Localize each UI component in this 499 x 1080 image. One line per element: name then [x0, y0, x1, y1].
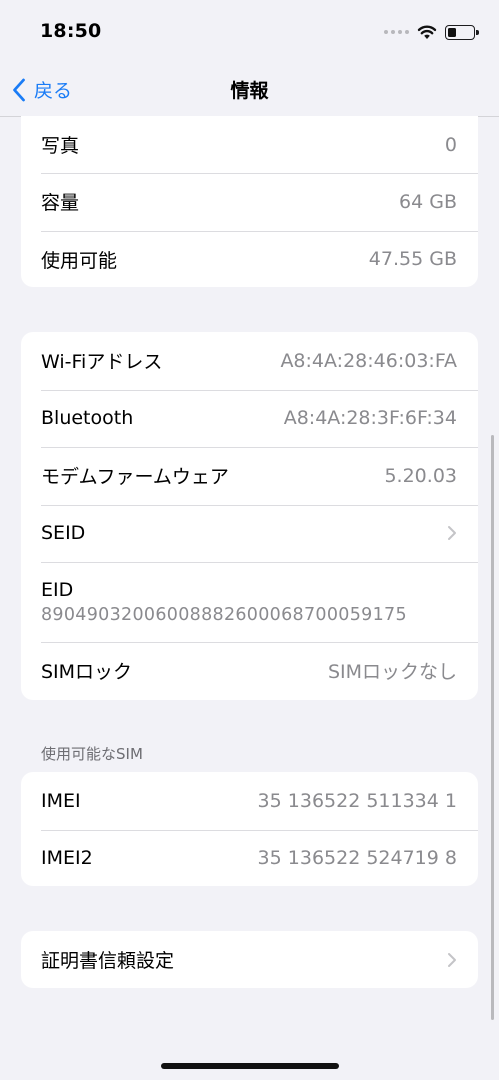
- row-imei2[interactable]: IMEI2 35 136522 524719 8: [21, 829, 478, 888]
- row-eid-value: 89049032006008882600068700059175: [41, 605, 407, 625]
- chevron-right-icon: [448, 526, 456, 541]
- row-seid-label: SEID: [41, 522, 86, 545]
- storage-group: 写真 0 容量 64 GB 使用可能 47.55 GB: [21, 116, 478, 287]
- row-sim-lock[interactable]: SIMロック SIMロックなし: [21, 642, 478, 700]
- scroll-indicator[interactable]: [491, 435, 494, 1020]
- row-certificate-trust-settings-label: 証明書信頼設定: [41, 950, 175, 973]
- row-seid[interactable]: SEID: [21, 504, 478, 563]
- row-imei2-value: 35 136522 524719 8: [257, 847, 457, 870]
- row-bluetooth-label: Bluetooth: [41, 407, 134, 430]
- row-imei-value: 35 136522 511334 1: [257, 789, 457, 812]
- row-imei[interactable]: IMEI 35 136522 511334 1: [21, 772, 478, 830]
- status-bar: 18:50: [0, 0, 499, 62]
- row-modem-firmware-value: 5.20.03: [384, 464, 457, 487]
- network-group: Wi-Fiアドレス A8:4A:28:46:03:FA Bluetooth A8…: [21, 332, 478, 700]
- row-photos: 写真 0: [21, 116, 478, 173]
- certificate-group: 証明書信頼設定: [21, 931, 478, 988]
- row-sim-lock-value: SIMロックなし: [327, 661, 457, 684]
- row-eid-label: EID: [41, 579, 74, 601]
- row-photos-label: 写真: [41, 135, 80, 157]
- cellular-dots-icon: [384, 30, 409, 34]
- chevron-right-icon: [448, 952, 456, 967]
- navigation-bar: 戻る 情報: [0, 62, 499, 117]
- row-bluetooth[interactable]: Bluetooth A8:4A:28:3F:6F:34: [21, 389, 478, 448]
- row-certificate-trust-settings[interactable]: 証明書信頼設定: [21, 931, 478, 989]
- page-title: 情報: [230, 80, 269, 102]
- row-wifi-address[interactable]: Wi-Fiアドレス A8:4A:28:46:03:FA: [21, 332, 478, 390]
- row-available: 使用可能 47.55 GB: [21, 230, 478, 289]
- row-capacity-label: 容量: [41, 192, 80, 215]
- section-header-available-sim: 使用可能なSIM: [41, 745, 143, 763]
- row-photos-value: 0: [444, 133, 457, 156]
- row-eid[interactable]: EID 89049032006008882600068700059175: [21, 562, 478, 642]
- row-imei-label: IMEI: [41, 789, 81, 812]
- sim-group: IMEI 35 136522 511334 1 IMEI2 35 136522 …: [21, 772, 478, 886]
- row-bluetooth-value: A8:4A:28:3F:6F:34: [283, 407, 457, 430]
- battery-icon: [445, 24, 479, 40]
- status-icons: [384, 22, 479, 42]
- home-indicator[interactable]: [161, 1063, 339, 1069]
- row-available-value: 47.55 GB: [368, 248, 457, 271]
- row-available-label: 使用可能: [41, 249, 118, 272]
- row-wifi-address-label: Wi-Fiアドレス: [41, 351, 163, 374]
- row-capacity-value: 64 GB: [399, 190, 457, 213]
- row-sim-lock-label: SIMロック: [41, 661, 133, 684]
- status-time: 18:50: [40, 20, 102, 42]
- row-modem-firmware[interactable]: モデムファームウェア 5.20.03: [21, 447, 478, 505]
- row-capacity: 容量 64 GB: [21, 173, 478, 231]
- wifi-icon: [417, 25, 437, 39]
- row-wifi-address-value: A8:4A:28:46:03:FA: [280, 349, 457, 372]
- row-modem-firmware-label: モデムファームウェア: [41, 466, 229, 489]
- row-imei2-label: IMEI2: [41, 847, 93, 870]
